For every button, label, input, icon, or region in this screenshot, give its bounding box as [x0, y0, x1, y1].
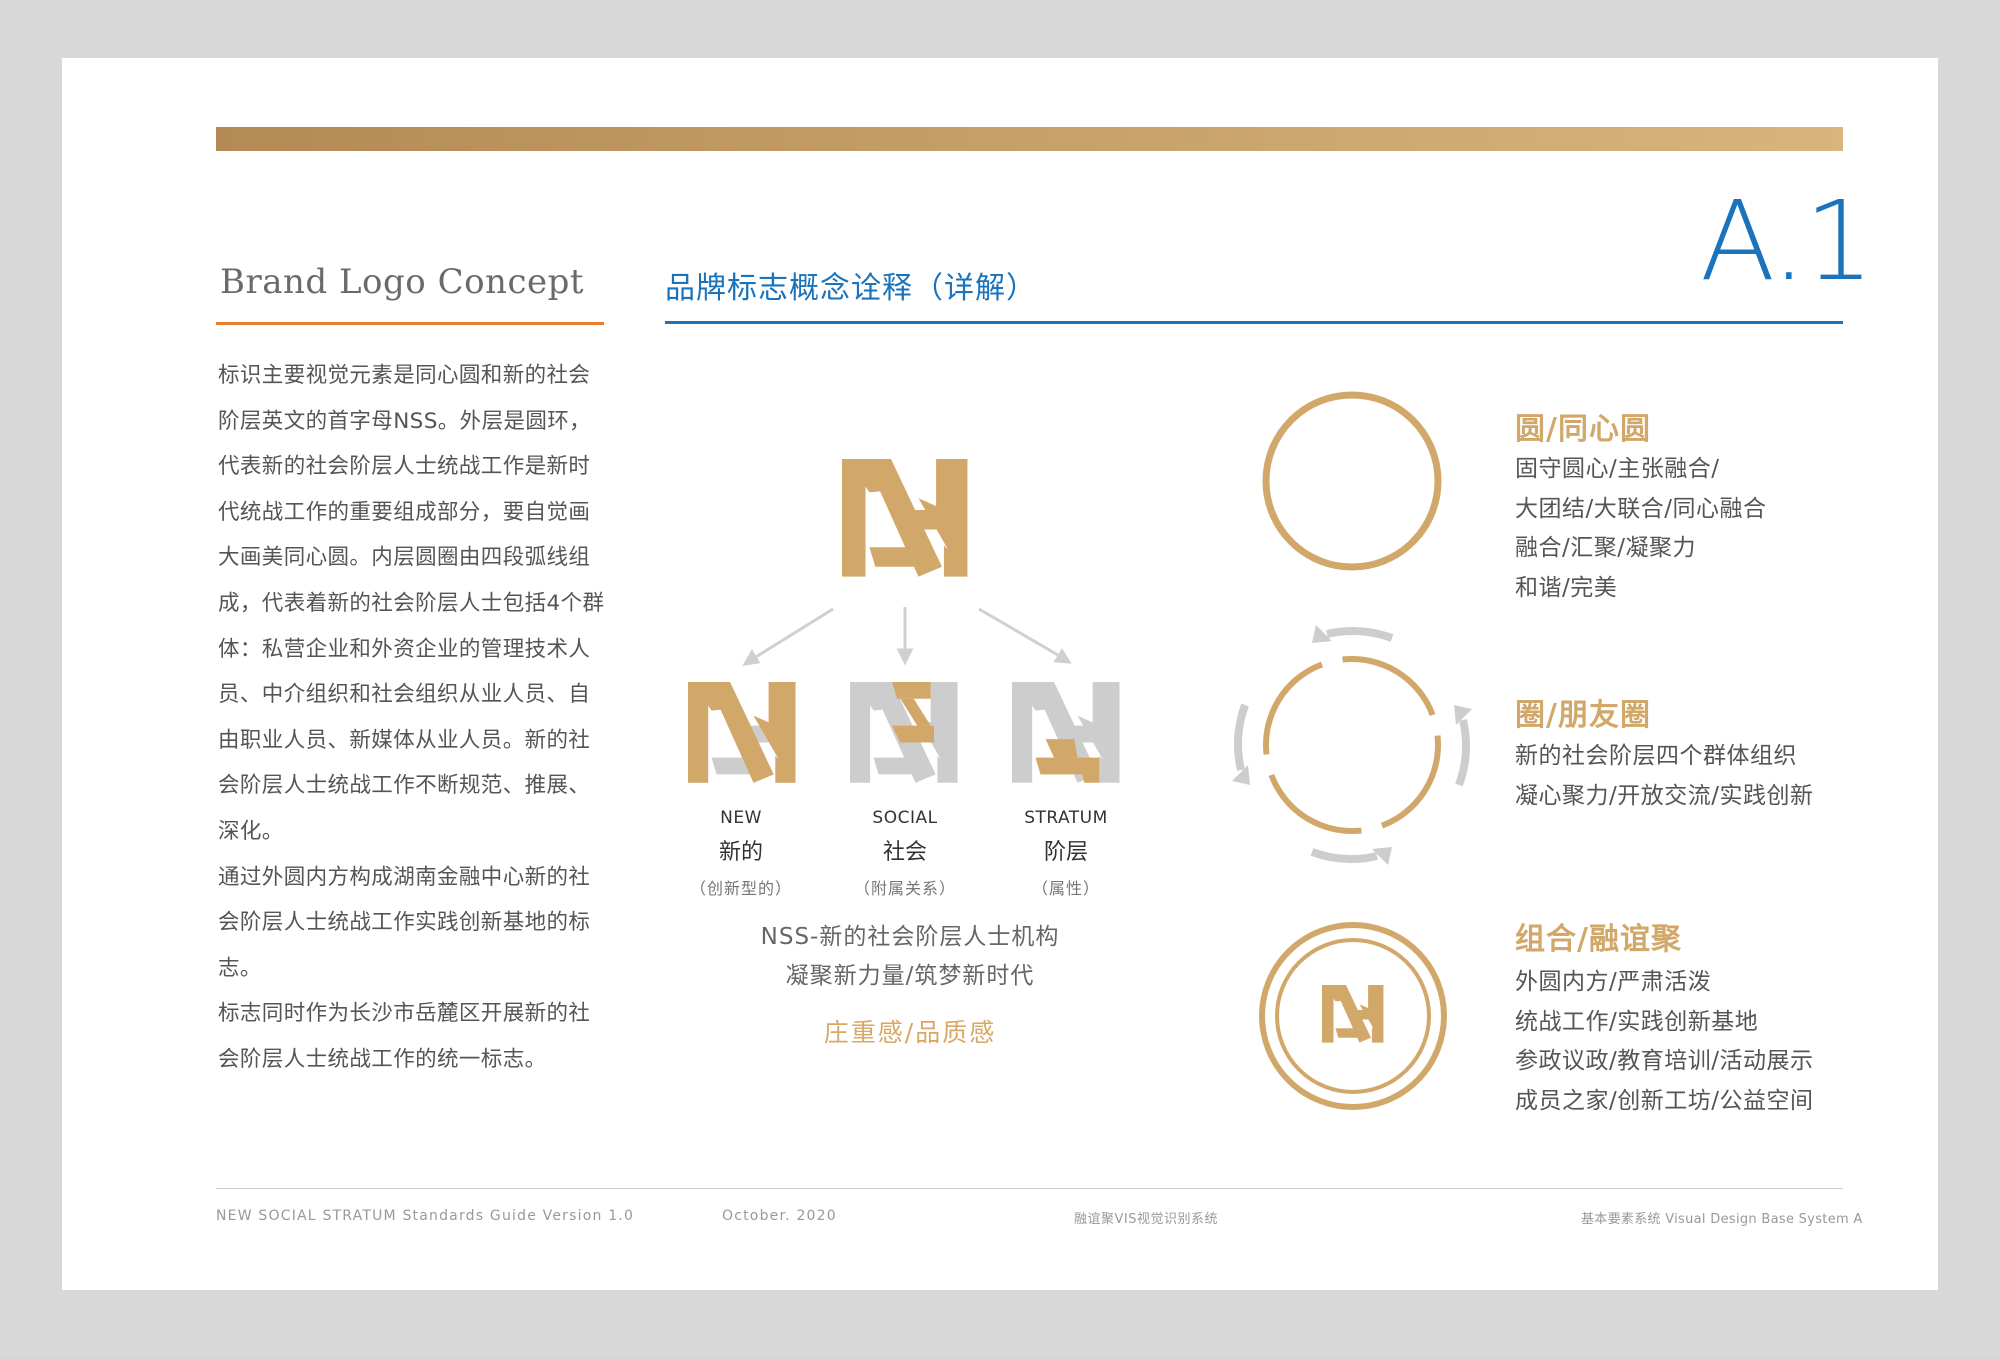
logo-tagline: 庄重感/品质感	[823, 1018, 997, 1047]
concept-lines-circle: 固守圆心/主张融合/ 大团结/大联合/同心融合 融合/汇聚/凝聚力 和谐/完美	[1515, 450, 1767, 608]
breakdown-note: （创新型的）	[689, 879, 792, 898]
nss-social-icon	[850, 682, 958, 783]
breakdown-note: （属性）	[1031, 879, 1100, 898]
concept-line: 固守圆心/主张融合/	[1515, 456, 1720, 482]
combined-emblem-icon	[1259, 922, 1447, 1110]
concept-lines-combination: 外圆内方/严肃活泼 统战工作/实践创新基地 参政议政/教育培训/活动展示 成员之…	[1515, 963, 1814, 1121]
logo-caption-line1: NSS-新的社会阶层人士机构	[760, 924, 1060, 950]
breakdown-item-social: SOCIAL 社会 （附属关系）	[815, 808, 995, 899]
concept-line: 凝心聚力/开放交流/实践创新	[1515, 782, 1814, 809]
concept-line: 大团结/大联合/同心融合	[1515, 495, 1767, 522]
logo-caption-line2: 凝聚新力量/筑梦新时代	[785, 963, 1035, 989]
breakdown-note: （附属关系）	[853, 879, 956, 898]
concentric-circle-icon	[1262, 391, 1442, 571]
concept-line: 成员之家/创新工坊/公益空间	[1515, 1087, 1814, 1114]
concept-lines-friends: 新的社会阶层四个群体组织 凝心聚力/开放交流/实践创新	[1515, 737, 1814, 816]
concept-title-circle: 圆/同心圆	[1515, 412, 1651, 447]
footer-system-cn: 融谊聚VIS视觉识别系统	[1074, 1212, 1218, 1227]
footer-system-en: 基本要素系统 Visual Design Base System A	[1581, 1212, 1863, 1227]
arrow-icon	[742, 607, 1072, 666]
breakdown-item-new: NEW 新的 （创新型的）	[651, 808, 831, 899]
breakdown-cn: 新的	[718, 840, 763, 865]
breakdown-cn: 社会	[882, 840, 927, 865]
breakdown-item-stratum: STRATUM 阶层 （属性）	[976, 808, 1156, 899]
breakdown-en: NEW	[720, 808, 762, 828]
concept-line: 新的社会阶层四个群体组织	[1515, 743, 1797, 769]
nss-new-icon	[688, 682, 796, 783]
footer-date: October. 2020	[722, 1208, 837, 1224]
breakdown-en: SOCIAL	[872, 808, 938, 828]
logo-graphics	[688, 391, 1472, 1110]
concept-title-friends: 圈/朋友圈	[1515, 698, 1651, 733]
footer-rule	[216, 1188, 1843, 1189]
concept-line: 外圆内方/严肃活泼	[1515, 969, 1712, 995]
breakdown-en: STRATUM	[1024, 808, 1108, 828]
concept-line: 参政议政/教育培训/活动展示	[1515, 1048, 1814, 1074]
concept-line: 统战工作/实践创新基地	[1515, 1008, 1759, 1035]
nss-stratum-icon	[1012, 682, 1120, 783]
concept-line: 融合/汇聚/凝聚力	[1515, 535, 1696, 561]
concept-line: 和谐/完美	[1515, 574, 1618, 601]
footer-guide: NEW SOCIAL STRATUM Standards Guide Versi…	[216, 1208, 635, 1224]
nss-logo-icon	[842, 459, 968, 577]
segmented-circle-icon	[1232, 625, 1472, 865]
breakdown-cn: 阶层	[1043, 840, 1088, 865]
concept-title-combination: 组合/融谊聚	[1515, 922, 1682, 957]
